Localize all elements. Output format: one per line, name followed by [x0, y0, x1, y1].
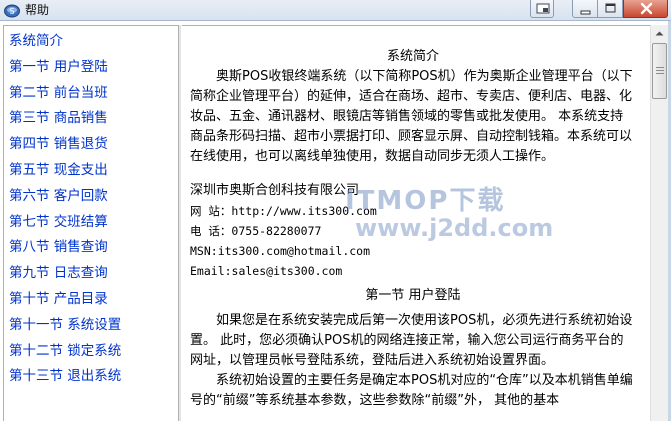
vertical-scrollbar[interactable]	[650, 25, 668, 421]
sidebar-item-sales-return[interactable]: 第四节 销售退货	[4, 135, 178, 161]
close-icon	[640, 2, 653, 15]
tray-icon	[536, 3, 550, 14]
arrow-up-icon	[655, 31, 664, 36]
tray-button[interactable]	[530, 0, 554, 18]
sidebar-item-log-query[interactable]: 第九节 日志查询	[4, 264, 178, 290]
pane-splitter[interactable]	[179, 25, 181, 421]
sidebar-item-customer-payment[interactable]: 第六节 客户回款	[4, 187, 178, 213]
section-heading-user-login: 第一节 用户登陆	[365, 288, 461, 303]
maximize-button[interactable]	[598, 0, 623, 18]
maximize-icon	[605, 3, 616, 13]
scroll-up-button[interactable]	[651, 25, 668, 42]
help-app-icon: S	[4, 3, 20, 18]
help-content-pane: 系统简介 奥斯POS收银终端系统（以下简称POS机）作为奥斯企业管理平台（以下简…	[182, 25, 650, 421]
sidebar-item-sales-query[interactable]: 第八节 销售查询	[4, 238, 178, 264]
minimize-button[interactable]	[572, 0, 598, 18]
content-heading: 系统简介	[386, 49, 439, 64]
sidebar-item-front-desk-shift[interactable]: 第二节 前台当班	[4, 84, 178, 110]
minimize-icon	[580, 10, 591, 15]
sidebar-item-intro[interactable]: 系统简介	[4, 32, 178, 58]
sidebar-item-cash-expense[interactable]: 第五节 现金支出	[4, 161, 178, 187]
section-paragraph: 系统初始设置的主要任务是确定本POS机对应的“仓库”以及本机销售单编号的“前缀”…	[190, 373, 633, 408]
intro-paragraph: 奥斯POS收银终端系统（以下简称POS机）作为奥斯企业管理平台（以下简称企业管理…	[190, 69, 633, 164]
msn-line: MSN:its300.com@hotmail.com	[190, 244, 371, 258]
title-bar[interactable]: S 帮助	[0, 0, 671, 21]
svg-text:S: S	[9, 7, 14, 16]
window-title: 帮助	[25, 3, 50, 17]
email-line: Email:sales@its300.com	[190, 264, 343, 278]
sidebar-item-product-catalog[interactable]: 第十节 产品目录	[4, 290, 178, 316]
sidebar-item-product-sales[interactable]: 第三节 商品销售	[4, 109, 178, 135]
sidebar-item-system-settings[interactable]: 第十一节 系统设置	[4, 316, 178, 342]
help-topics-sidebar: 系统简介 第一节 用户登陆 第二节 前台当班 第三节 商品销售 第四节 销售退货…	[3, 25, 179, 421]
close-button[interactable]	[623, 0, 668, 18]
sidebar-item-user-login[interactable]: 第一节 用户登陆	[4, 58, 178, 84]
section-paragraph: 如果您是在系统安装完成后第一次使用该POS机，必须先进行系统初始设置。 此时，您…	[190, 313, 633, 368]
sidebar-item-exit-system[interactable]: 第十三节 退出系统	[4, 367, 178, 393]
help-window: S 帮助 系统简介 第一节 用户登陆 第二节 前台当班 第三节 商品销售 第四节…	[0, 0, 671, 421]
sidebar-item-shift-settlement[interactable]: 第七节 交班结算	[4, 213, 178, 239]
sidebar-item-lock-system[interactable]: 第十二节 锁定系统	[4, 342, 178, 368]
scrollbar-thumb[interactable]	[652, 43, 667, 99]
phone-line: 电 话：0755-82280077	[190, 224, 322, 238]
website-line: 网 站：http://www.its300.com	[190, 204, 377, 218]
company-name: 深圳市奥斯合创科技有限公司	[190, 183, 360, 198]
